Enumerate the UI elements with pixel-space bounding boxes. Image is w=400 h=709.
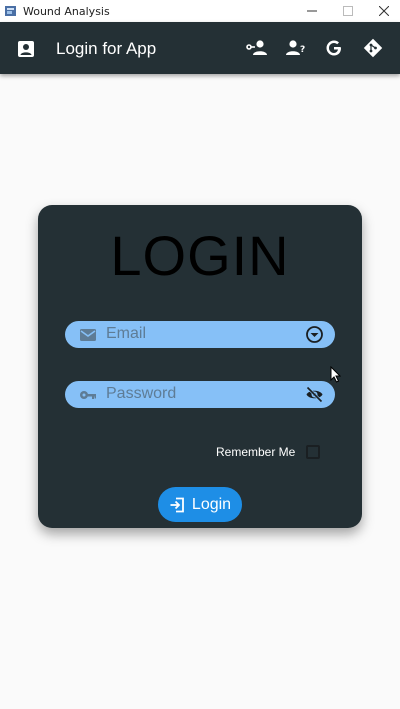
key-icon: [80, 391, 96, 399]
person-add-button[interactable]: [246, 37, 268, 59]
google-icon: [326, 40, 341, 56]
password-field[interactable]: Password: [65, 381, 335, 408]
google-button[interactable]: [323, 37, 345, 59]
window-title: Wound Analysis: [23, 4, 110, 18]
email-placeholder: Email: [106, 325, 147, 342]
login-button[interactable]: Login: [158, 487, 242, 522]
minimize-button[interactable]: [294, 0, 330, 22]
git-icon: [363, 38, 383, 58]
password-placeholder: Password: [106, 385, 177, 402]
window-titlebar: Wound Analysis: [0, 0, 400, 22]
email-field[interactable]: Email: [65, 321, 335, 348]
app-icon: [5, 6, 16, 16]
app-title: Login for App: [56, 39, 157, 58]
remember-me-label: Remember Me: [216, 445, 296, 459]
git-button[interactable]: [362, 37, 384, 59]
remember-me-checkbox[interactable]: [306, 445, 320, 459]
mail-icon: [80, 329, 96, 341]
login-button-label: Login: [191, 495, 232, 513]
person-add-icon: [246, 40, 267, 55]
maximize-button[interactable]: [330, 0, 366, 22]
visibility-off-icon[interactable]: [305, 385, 324, 404]
dropdown-circle-icon[interactable]: [305, 325, 324, 344]
login-card: LOGIN Email Password Remember Me Login: [38, 205, 362, 528]
mouse-cursor-icon: [330, 366, 341, 383]
login-icon: [170, 497, 184, 512]
login-heading: LOGIN: [110, 224, 290, 287]
contact-card-icon[interactable]: [17, 40, 35, 58]
svg-text:?: ?: [300, 45, 305, 55]
person-help-icon: ?: [286, 40, 305, 55]
person-help-button[interactable]: ?: [285, 37, 307, 59]
close-button[interactable]: [366, 0, 400, 22]
app-bar: Login for App ?: [0, 22, 400, 74]
